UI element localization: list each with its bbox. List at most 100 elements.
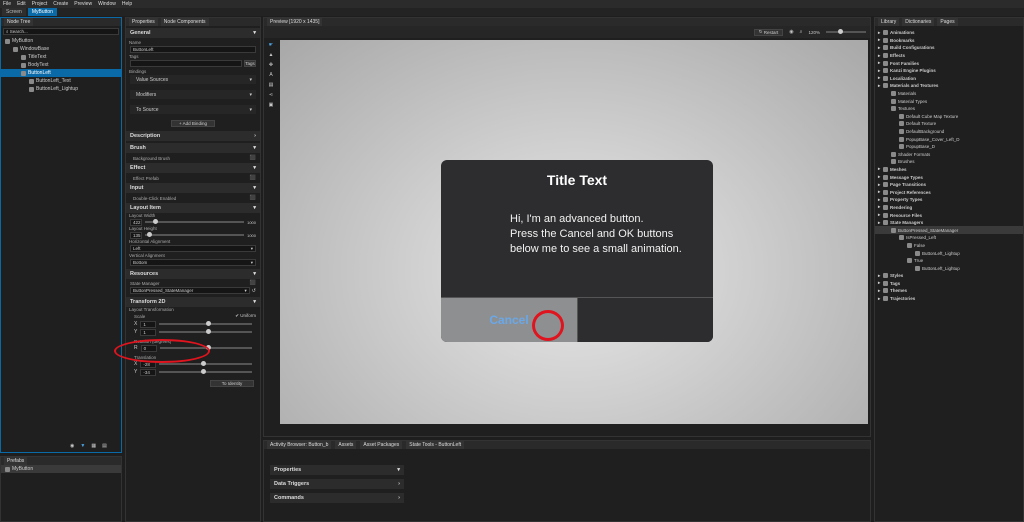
restart-button[interactable]: ↻ Restart bbox=[753, 28, 784, 36]
modifiers-row[interactable]: Modifiers ▾ bbox=[130, 90, 256, 99]
zoom-slider[interactable] bbox=[826, 29, 866, 34]
scale-y-field[interactable]: 1 bbox=[140, 328, 157, 336]
slider-knob[interactable] bbox=[205, 321, 211, 326]
list-icon[interactable]: ▤ bbox=[102, 443, 107, 449]
library-item[interactable]: ▸ Themes bbox=[875, 287, 1023, 295]
library-item[interactable]: ▸ Kanzi Engine Plugins bbox=[875, 67, 1023, 75]
menu-item-preview[interactable]: Preview bbox=[74, 1, 92, 7]
expand-icon[interactable]: ▸ bbox=[878, 182, 881, 188]
move-icon[interactable]: ✥ bbox=[269, 62, 273, 68]
tab-library[interactable]: Library bbox=[878, 18, 900, 26]
library-item[interactable]: True bbox=[875, 257, 1023, 265]
filter-icon[interactable]: ▼ bbox=[80, 443, 85, 449]
user-icon[interactable]: ⬛ bbox=[250, 155, 256, 161]
node-tree-item[interactable]: ButtonLeft_Text bbox=[1, 77, 121, 85]
prefab-item[interactable]: MyButton bbox=[1, 465, 121, 473]
section-layout-item[interactable]: Layout Item ▾ bbox=[126, 203, 260, 213]
node-tree-item[interactable]: MyButton bbox=[1, 37, 121, 45]
library-item[interactable]: Default Texture bbox=[875, 120, 1023, 128]
expand-icon[interactable]: ▸ bbox=[878, 212, 881, 218]
background-brush-row[interactable]: Background Brush ⬛ bbox=[126, 153, 260, 163]
tab-state-tools[interactable]: State Tools - ButtonLeft bbox=[406, 441, 465, 449]
expand-icon[interactable]: ▸ bbox=[878, 53, 881, 59]
tab-properties[interactable]: Properties bbox=[129, 18, 158, 26]
scale-x-slider[interactable] bbox=[159, 321, 252, 326]
vertical-alignment-select[interactable]: Bottom ▾ bbox=[130, 259, 256, 266]
library-item[interactable]: ▸ Tags bbox=[875, 280, 1023, 288]
pointer-icon[interactable]: ☛ bbox=[269, 42, 273, 48]
expand-icon[interactable]: ▸ bbox=[878, 60, 881, 66]
layer-icon[interactable]: ▤ bbox=[269, 82, 274, 88]
user-icon[interactable]: ⬛ bbox=[250, 280, 256, 286]
horizontal-alignment-select[interactable]: Left ▾ bbox=[130, 245, 256, 252]
tab-screen[interactable]: Screen bbox=[2, 8, 26, 16]
tab-dictionaries[interactable]: Dictionaries bbox=[902, 18, 935, 26]
node-tree-item[interactable]: BodyText bbox=[1, 61, 121, 69]
expand-icon[interactable]: ▸ bbox=[878, 166, 881, 172]
section-commands[interactable]: Commands › bbox=[270, 493, 404, 503]
to-identity-button[interactable]: To Identity bbox=[210, 380, 254, 387]
library-item[interactable]: ▸ Animations bbox=[875, 29, 1023, 37]
tab-mybutton[interactable]: MyButton bbox=[27, 8, 57, 16]
menu-item-help[interactable]: Help bbox=[122, 1, 132, 7]
node-tree-search[interactable]: ⌕ Search... bbox=[3, 28, 119, 35]
library-item[interactable]: ButtonLeft_Lightup bbox=[875, 264, 1023, 272]
section-input[interactable]: Input ▾ bbox=[126, 183, 260, 193]
section-general[interactable]: General ▾ bbox=[126, 28, 260, 38]
library-item[interactable]: ▸ Localization bbox=[875, 75, 1023, 83]
translation-y-field[interactable]: -34 bbox=[140, 368, 157, 376]
expand-icon[interactable]: ▸ bbox=[878, 280, 881, 286]
expand-icon[interactable]: ▸ bbox=[878, 45, 881, 51]
tab-asset-packages[interactable]: Asset Packages bbox=[360, 441, 403, 449]
zoom-icon[interactable]: ⌕ bbox=[800, 29, 803, 35]
library-item[interactable]: ▸ Materials and Textures bbox=[875, 82, 1023, 90]
section-transform[interactable]: Transform 2D ▾ bbox=[126, 297, 260, 307]
library-item[interactable]: PopupBase_D bbox=[875, 143, 1023, 151]
eye-icon[interactable]: ◉ bbox=[70, 443, 74, 449]
library-item[interactable]: ▸ Styles bbox=[875, 272, 1023, 280]
library-item[interactable]: IsPressed_Left bbox=[875, 234, 1023, 242]
tab-node-tree[interactable]: Node Tree bbox=[4, 18, 34, 26]
library-item[interactable]: False bbox=[875, 242, 1023, 250]
menu-item-file[interactable]: File bbox=[3, 1, 11, 7]
translation-x-slider[interactable] bbox=[159, 361, 252, 366]
menu-item-create[interactable]: Create bbox=[53, 1, 68, 7]
expand-icon[interactable]: ▸ bbox=[878, 30, 881, 36]
node-tree-item[interactable]: ButtonLeft bbox=[1, 69, 121, 77]
section-resources[interactable]: Resources ▾ bbox=[126, 269, 260, 279]
to-source-row[interactable]: To Source ▾ bbox=[130, 105, 256, 114]
tab-node-components[interactable]: Node Components bbox=[160, 18, 209, 26]
expand-icon[interactable]: ▸ bbox=[878, 220, 881, 226]
library-item[interactable]: ▸ State Managers bbox=[875, 219, 1023, 227]
library-item[interactable]: Default Cube Map Texture bbox=[875, 113, 1023, 121]
section-bottom-properties[interactable]: Properties ▾ bbox=[270, 465, 404, 475]
library-item[interactable]: ButtonPressed_StateManager bbox=[875, 226, 1023, 235]
library-item[interactable]: Brushes bbox=[875, 158, 1023, 166]
library-item[interactable]: ▸ Rendering bbox=[875, 204, 1023, 212]
reset-icon[interactable]: ↺ bbox=[252, 288, 256, 294]
expand-icon[interactable]: ▸ bbox=[878, 75, 881, 81]
slider-knob[interactable] bbox=[146, 232, 152, 237]
menu-item-project[interactable]: Project bbox=[32, 1, 48, 7]
slider-knob[interactable] bbox=[201, 369, 207, 374]
node-tree-item[interactable]: WindowBase bbox=[1, 45, 121, 53]
library-item[interactable]: PopupBase_Cover_Left_D bbox=[875, 135, 1023, 143]
library-item[interactable]: ▸ Bookmarks bbox=[875, 37, 1023, 45]
scale-y-slider[interactable] bbox=[159, 329, 252, 334]
library-item[interactable]: Materials bbox=[875, 90, 1023, 98]
expand-icon[interactable]: ▸ bbox=[878, 273, 881, 279]
add-binding-button[interactable]: + Add Binding bbox=[171, 120, 215, 127]
slider-knob[interactable] bbox=[201, 361, 207, 366]
library-item[interactable]: ▸ Resource Files bbox=[875, 211, 1023, 219]
library-item[interactable]: ▸ Message Types bbox=[875, 173, 1023, 181]
section-description[interactable]: Description › bbox=[126, 131, 260, 141]
section-effect[interactable]: Effect ▾ bbox=[126, 163, 260, 173]
select-icon[interactable]: ▲ bbox=[269, 52, 274, 58]
tab-activity-browser[interactable]: Activity Browser: Button_b bbox=[267, 441, 332, 449]
scale-x-field[interactable]: 1 bbox=[140, 320, 157, 328]
value-sources-row[interactable]: Value Sources ▾ bbox=[130, 75, 256, 84]
library-item[interactable]: ▸ Meshes bbox=[875, 166, 1023, 174]
node-tree-item[interactable]: TitleText bbox=[1, 53, 121, 61]
text-icon[interactable]: A bbox=[269, 72, 272, 78]
expand-icon[interactable]: ▸ bbox=[878, 296, 881, 302]
